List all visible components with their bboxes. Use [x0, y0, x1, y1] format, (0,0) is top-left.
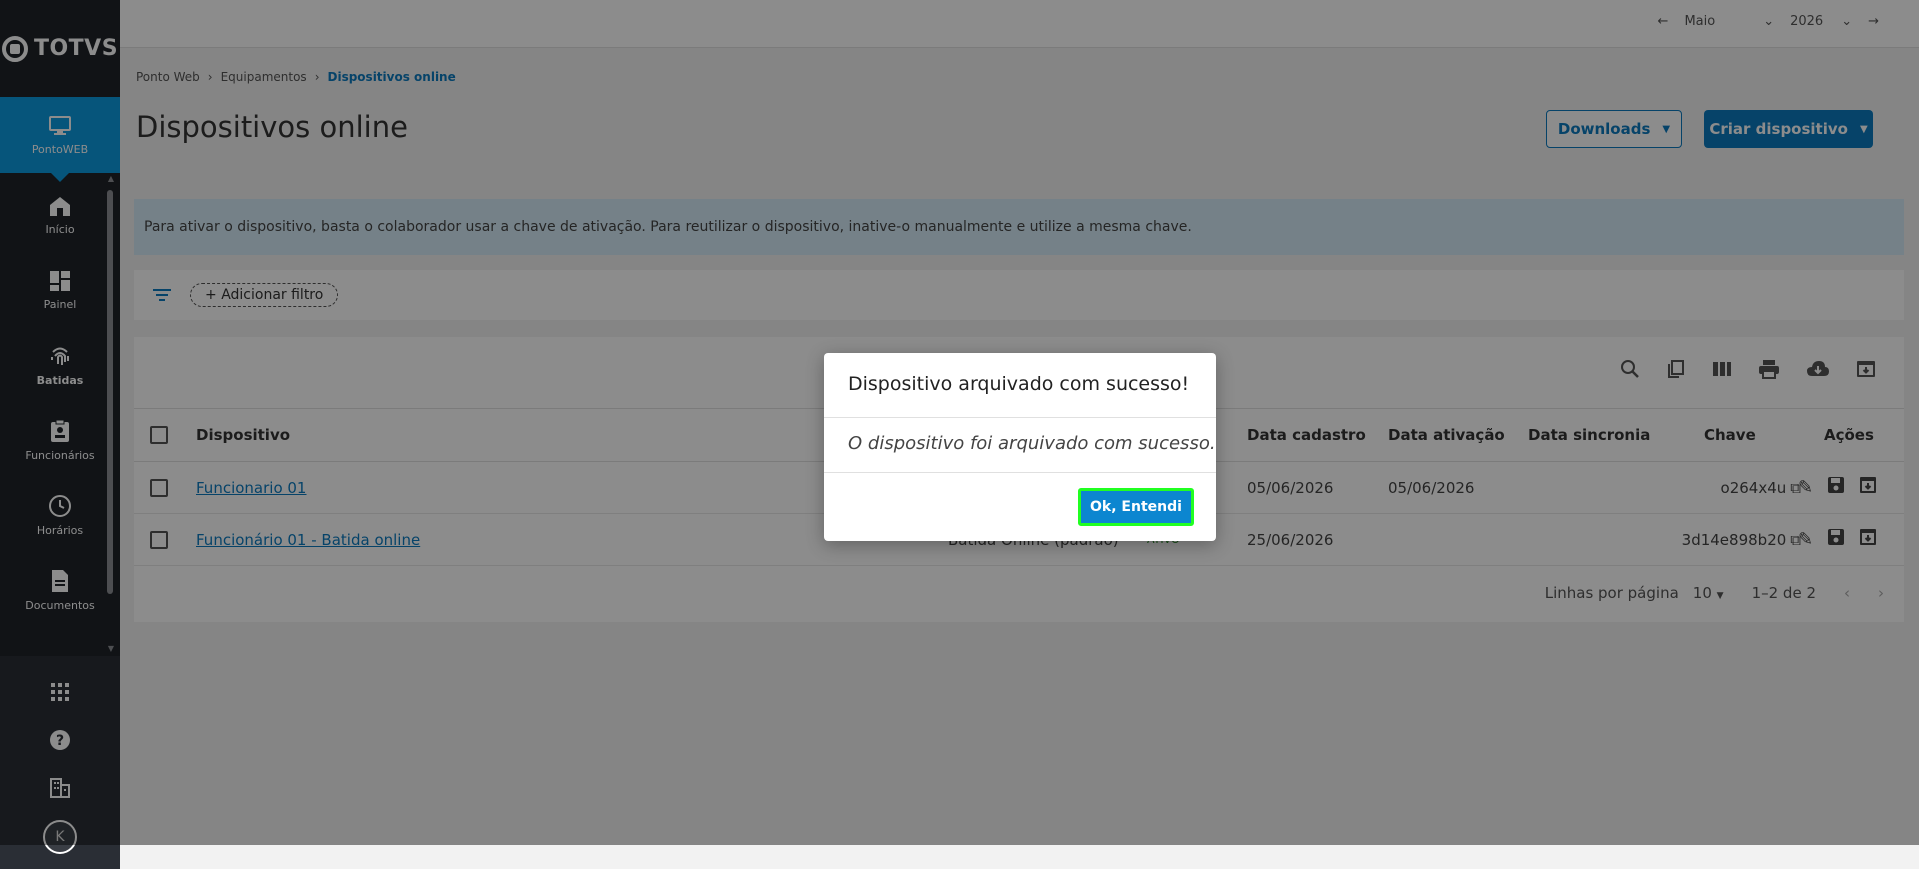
success-dialog: Dispositivo arquivado com sucesso! O dis… — [824, 353, 1216, 541]
footer-strip — [120, 845, 1919, 869]
ok-understood-button[interactable]: Ok, Entendi — [1078, 488, 1194, 526]
dialog-divider — [824, 417, 1216, 418]
dialog-title: Dispositivo arquivado com sucesso! — [848, 373, 1190, 395]
dialog-divider — [824, 472, 1216, 473]
dialog-message: O dispositivo foi arquivado com sucesso. — [848, 433, 1216, 454]
